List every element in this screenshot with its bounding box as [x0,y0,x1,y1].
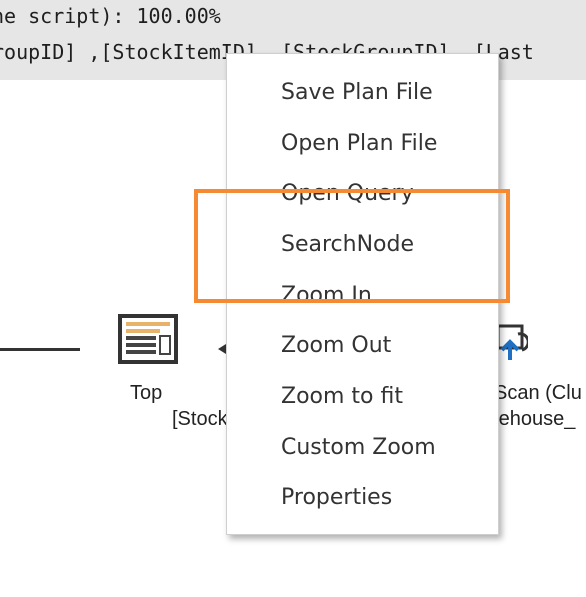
scan-node-subtitle: rehouse_ [492,408,576,430]
menu-item-zoom-in[interactable]: Zoom In [227,271,498,321]
scan-node-label: Scan (Clu [494,382,582,404]
plan-connector-line [0,348,80,351]
top-node-label: Top [130,382,163,404]
menu-item-zoom-to-fit[interactable]: Zoom to fit [227,372,498,422]
menu-item-open-query[interactable]: Open Query [227,169,498,219]
menu-item-custom-zoom[interactable]: Custom Zoom [227,423,498,473]
plan-arrow-icon [218,344,226,354]
menu-item-zoom-out[interactable]: Zoom Out [227,321,498,371]
top-node-subtitle: [Stock [172,408,228,430]
plan-context-menu: Save Plan File Open Plan File Open Query… [226,53,499,535]
menu-item-open-plan-file[interactable]: Open Plan File [227,119,498,169]
menu-item-search-node[interactable]: SearchNode [227,220,498,270]
table-top-icon[interactable] [118,314,178,364]
menu-item-properties[interactable]: Properties [227,473,498,523]
index-scan-icon[interactable] [494,324,530,364]
query-cost-line: ne script): 100.00% [0,4,221,28]
menu-item-save-plan-file[interactable]: Save Plan File [227,68,498,118]
